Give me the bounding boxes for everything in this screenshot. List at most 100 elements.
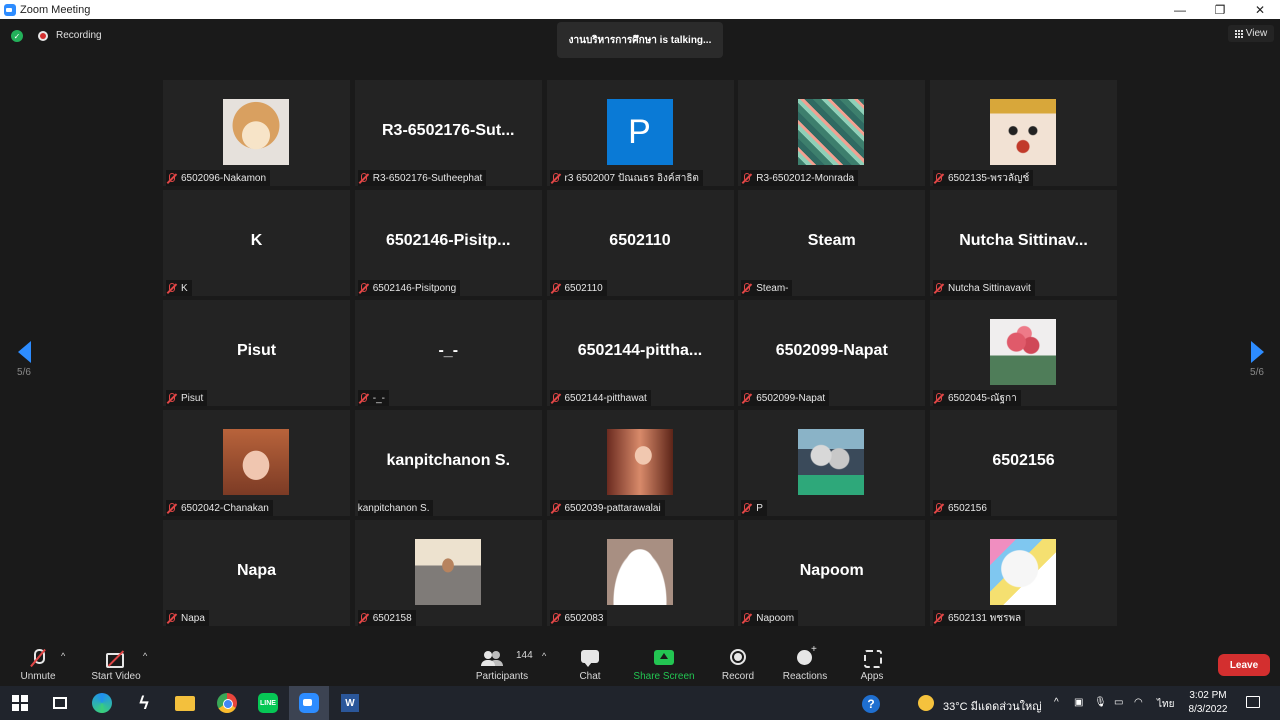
participant-tile[interactable]: Pisut Pisut [163,300,350,406]
tray-app-icon[interactable]: ▣ [1074,697,1083,708]
chat-button[interactable]: Chat [572,639,608,686]
participant-picture [990,539,1056,605]
record-button[interactable]: Record [718,639,758,686]
participant-tile[interactable]: 6502110 6502110 [546,190,734,296]
security-shield-icon[interactable]: ✓ [11,30,23,42]
participant-tile[interactable]: 6502144-pittha... 6502144-pitthawat [546,300,734,406]
participant-tile[interactable]: Napoom Napoom [738,520,926,626]
participant-name: 6502042-Chanakan [181,502,269,514]
word-icon: W [341,694,359,712]
muted-mic-icon [358,282,369,294]
participant-tile[interactable]: 6502083 [546,520,734,626]
next-page-button[interactable]: 5/6 [1245,341,1269,378]
participant-tile[interactable]: KK [163,190,350,296]
bolt-icon: ϟ [139,692,149,713]
participants-button[interactable]: Participants [474,639,530,686]
apps-button[interactable]: Apps [854,639,890,686]
zoom-taskbar-button[interactable] [289,686,329,720]
participant-name: 6502156 [948,502,987,514]
participant-tile[interactable]: R3-6502012-Monrada [738,80,926,186]
participant-name-label: -_- [357,390,389,406]
task-view-button[interactable] [48,691,72,715]
participant-picture [990,319,1056,385]
microphone-tray-icon[interactable]: 🎙 [1094,697,1107,708]
participants-caret-icon[interactable]: ^ [542,651,546,661]
participant-name-label: Napoom [741,610,799,626]
participant-name-label: Napa [166,610,209,626]
participant-tile[interactable]: 6502135-พรวลัญช์ [930,80,1117,186]
participant-tile[interactable]: 6502039-pattarawalai [546,410,734,516]
weather-sun-icon[interactable] [918,695,934,711]
minimize-button[interactable]: — [1160,0,1200,19]
unmute-button[interactable]: Unmute [18,639,58,686]
participant-tile[interactable]: kanpitchanon S. kanpitchanon S. [354,410,542,516]
share-screen-label: Share Screen [633,671,695,682]
app-taskbar-button[interactable]: ϟ [132,691,156,715]
participant-name-label: K [166,280,192,296]
muted-mic-icon [27,649,49,667]
participant-tile[interactable]: Pr3 6502007 ปัณณธร อิงค์สาธิต [546,80,734,186]
share-screen-button[interactable]: Share Screen [632,639,696,686]
participant-display-name: 6502146-Pisitp... [385,232,511,249]
participant-name: 6502110 [564,282,603,294]
help-icon[interactable]: ? [862,695,880,713]
clock-date: 8/3/2022 [1188,704,1228,715]
participant-tile[interactable]: P [738,410,926,516]
maximize-button[interactable]: ❐ [1200,0,1240,19]
chrome-taskbar-button[interactable] [215,691,239,715]
participant-tile[interactable]: R3-6502176-Sut... R3-6502176-Sutheephat [354,80,542,186]
word-taskbar-button[interactable]: W [338,691,362,715]
muted-mic-icon [741,502,752,514]
participant-tile[interactable]: 6502099-Napat 6502099-Napat [738,300,926,406]
muted-mic-icon [741,612,752,624]
notification-icon[interactable] [1246,696,1260,708]
participant-tile[interactable]: 6502096-Nakamon [163,80,350,186]
participant-tile[interactable]: -_- -_- [354,300,542,406]
participant-name: 6502158 [372,612,412,624]
reactions-label: Reactions [782,671,828,682]
muted-mic-icon [933,502,944,514]
participant-name-label: 6502096-Nakamon [166,170,271,186]
participant-display-name: R3-6502176-Sut... [381,122,515,139]
previous-page-button[interactable]: 5/6 [12,341,36,378]
participant-tile[interactable]: 6502156 6502156 [930,410,1117,516]
window-controls: — ❐ ✕ [1160,0,1280,19]
close-button[interactable]: ✕ [1240,0,1280,19]
participant-tile[interactable]: Napa Napa [163,520,350,626]
muted-mic-icon [741,282,752,294]
muted-mic-icon [166,172,177,184]
participant-tile[interactable]: 6502045-ณัฐกา [930,300,1117,406]
input-language[interactable]: ไทย [1157,697,1174,712]
muted-mic-icon [166,612,177,624]
weather-text[interactable]: 33°C มีแดดส่วนใหญ่ [943,697,1042,715]
video-options-caret-icon[interactable]: ^ [143,651,147,661]
audio-options-caret-icon[interactable]: ^ [61,651,65,661]
unmute-label: Unmute [20,671,56,682]
muted-mic-icon [166,392,177,404]
reactions-button[interactable]: Reactions [780,639,830,686]
leave-button[interactable]: Leave [1218,654,1270,676]
line-taskbar-button[interactable]: LINE [256,691,280,715]
clock-time: 3:02 PM [1189,690,1227,701]
participant-tile[interactable]: 6502131 พชรพล [930,520,1117,626]
participant-tile[interactable]: Steam Steam- [738,190,926,296]
battery-icon[interactable]: ▭ [1114,697,1123,708]
start-button[interactable] [8,691,32,715]
participant-picture [223,99,289,165]
wifi-icon[interactable]: ◠ [1134,697,1143,708]
taskbar-clock[interactable]: 3:02 PM 8/3/2022 [1182,689,1234,717]
participant-display-name: 6502144-pittha... [577,342,703,359]
edge-taskbar-button[interactable] [90,691,114,715]
file-explorer-button[interactable] [173,691,197,715]
participants-label: Participants [475,671,529,682]
participant-tile[interactable]: Nutcha Sittinav... Nutcha Sittinavavit [930,190,1117,296]
participant-tile[interactable]: 6502158 [354,520,542,626]
tray-expand-icon[interactable]: ^ [1054,697,1059,708]
participant-tile[interactable]: 6502042-Chanakan [163,410,350,516]
view-button[interactable]: View [1228,25,1274,42]
start-video-button[interactable]: Start Video [88,639,144,686]
participant-tile[interactable]: 6502146-Pisitp... 6502146-Pisitpong [354,190,542,296]
muted-mic-icon [550,612,561,624]
participant-picture [606,539,673,605]
participant-picture [606,429,673,495]
